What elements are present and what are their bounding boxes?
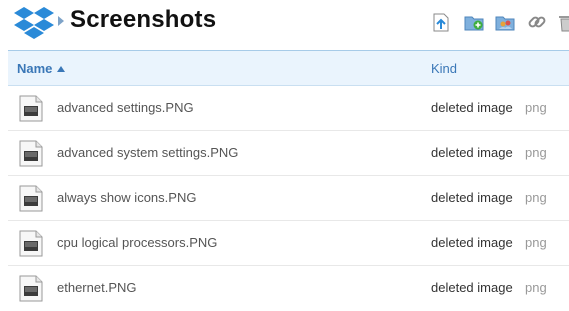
file-row[interactable]: cpu logical processors.PNG deleted image… xyxy=(8,221,569,266)
file-extension: png xyxy=(525,190,547,205)
column-header: Name Kind xyxy=(8,50,569,86)
image-file-icon xyxy=(19,275,43,302)
file-row[interactable]: advanced settings.PNG deleted image png xyxy=(8,86,569,131)
dropbox-logo[interactable] xyxy=(14,5,54,39)
trash-icon xyxy=(559,16,569,32)
kind-column-header[interactable]: Kind xyxy=(431,61,457,76)
file-row[interactable]: advanced system settings.PNG deleted ima… xyxy=(8,131,569,176)
file-name[interactable]: cpu logical processors.PNG xyxy=(57,235,217,250)
name-column-header[interactable]: Name xyxy=(17,61,66,76)
file-extension: png xyxy=(525,100,547,115)
file-kind: deleted image xyxy=(431,235,513,250)
file-name[interactable]: ethernet.PNG xyxy=(57,280,137,295)
image-file-icon xyxy=(19,140,43,167)
link-icon xyxy=(528,16,546,28)
file-extension: png xyxy=(525,235,547,250)
file-kind: deleted image xyxy=(431,190,513,205)
shared-folder-button[interactable] xyxy=(494,11,516,33)
file-list: advanced settings.PNG deleted image png … xyxy=(8,86,569,311)
delete-button[interactable] xyxy=(556,11,569,33)
sort-ascending-icon xyxy=(57,66,66,72)
file-row[interactable]: ethernet.PNG deleted image png xyxy=(8,266,569,311)
file-extension: png xyxy=(525,280,547,295)
upload-icon xyxy=(433,13,449,32)
file-name[interactable]: always show icons.PNG xyxy=(57,190,196,205)
file-name[interactable]: advanced settings.PNG xyxy=(57,100,194,115)
share-link-button[interactable] xyxy=(526,11,548,33)
file-kind: deleted image xyxy=(431,145,513,160)
file-kind: deleted image xyxy=(431,100,513,115)
file-extension: png xyxy=(525,145,547,160)
image-file-icon xyxy=(19,185,43,212)
triangle-right-icon xyxy=(58,16,64,26)
file-name[interactable]: advanced system settings.PNG xyxy=(57,145,238,160)
upload-button[interactable] xyxy=(430,11,452,33)
file-row[interactable]: always show icons.PNG deleted image png xyxy=(8,176,569,221)
page-title: Screenshots xyxy=(70,6,217,33)
header-bar: Screenshots xyxy=(0,0,569,50)
new-folder-icon xyxy=(464,16,484,31)
shared-folder-icon xyxy=(495,16,515,31)
new-folder-button[interactable] xyxy=(463,11,485,33)
image-file-icon xyxy=(19,230,43,257)
file-kind: deleted image xyxy=(431,280,513,295)
image-file-icon xyxy=(19,95,43,122)
name-column-label: Name xyxy=(17,61,53,76)
